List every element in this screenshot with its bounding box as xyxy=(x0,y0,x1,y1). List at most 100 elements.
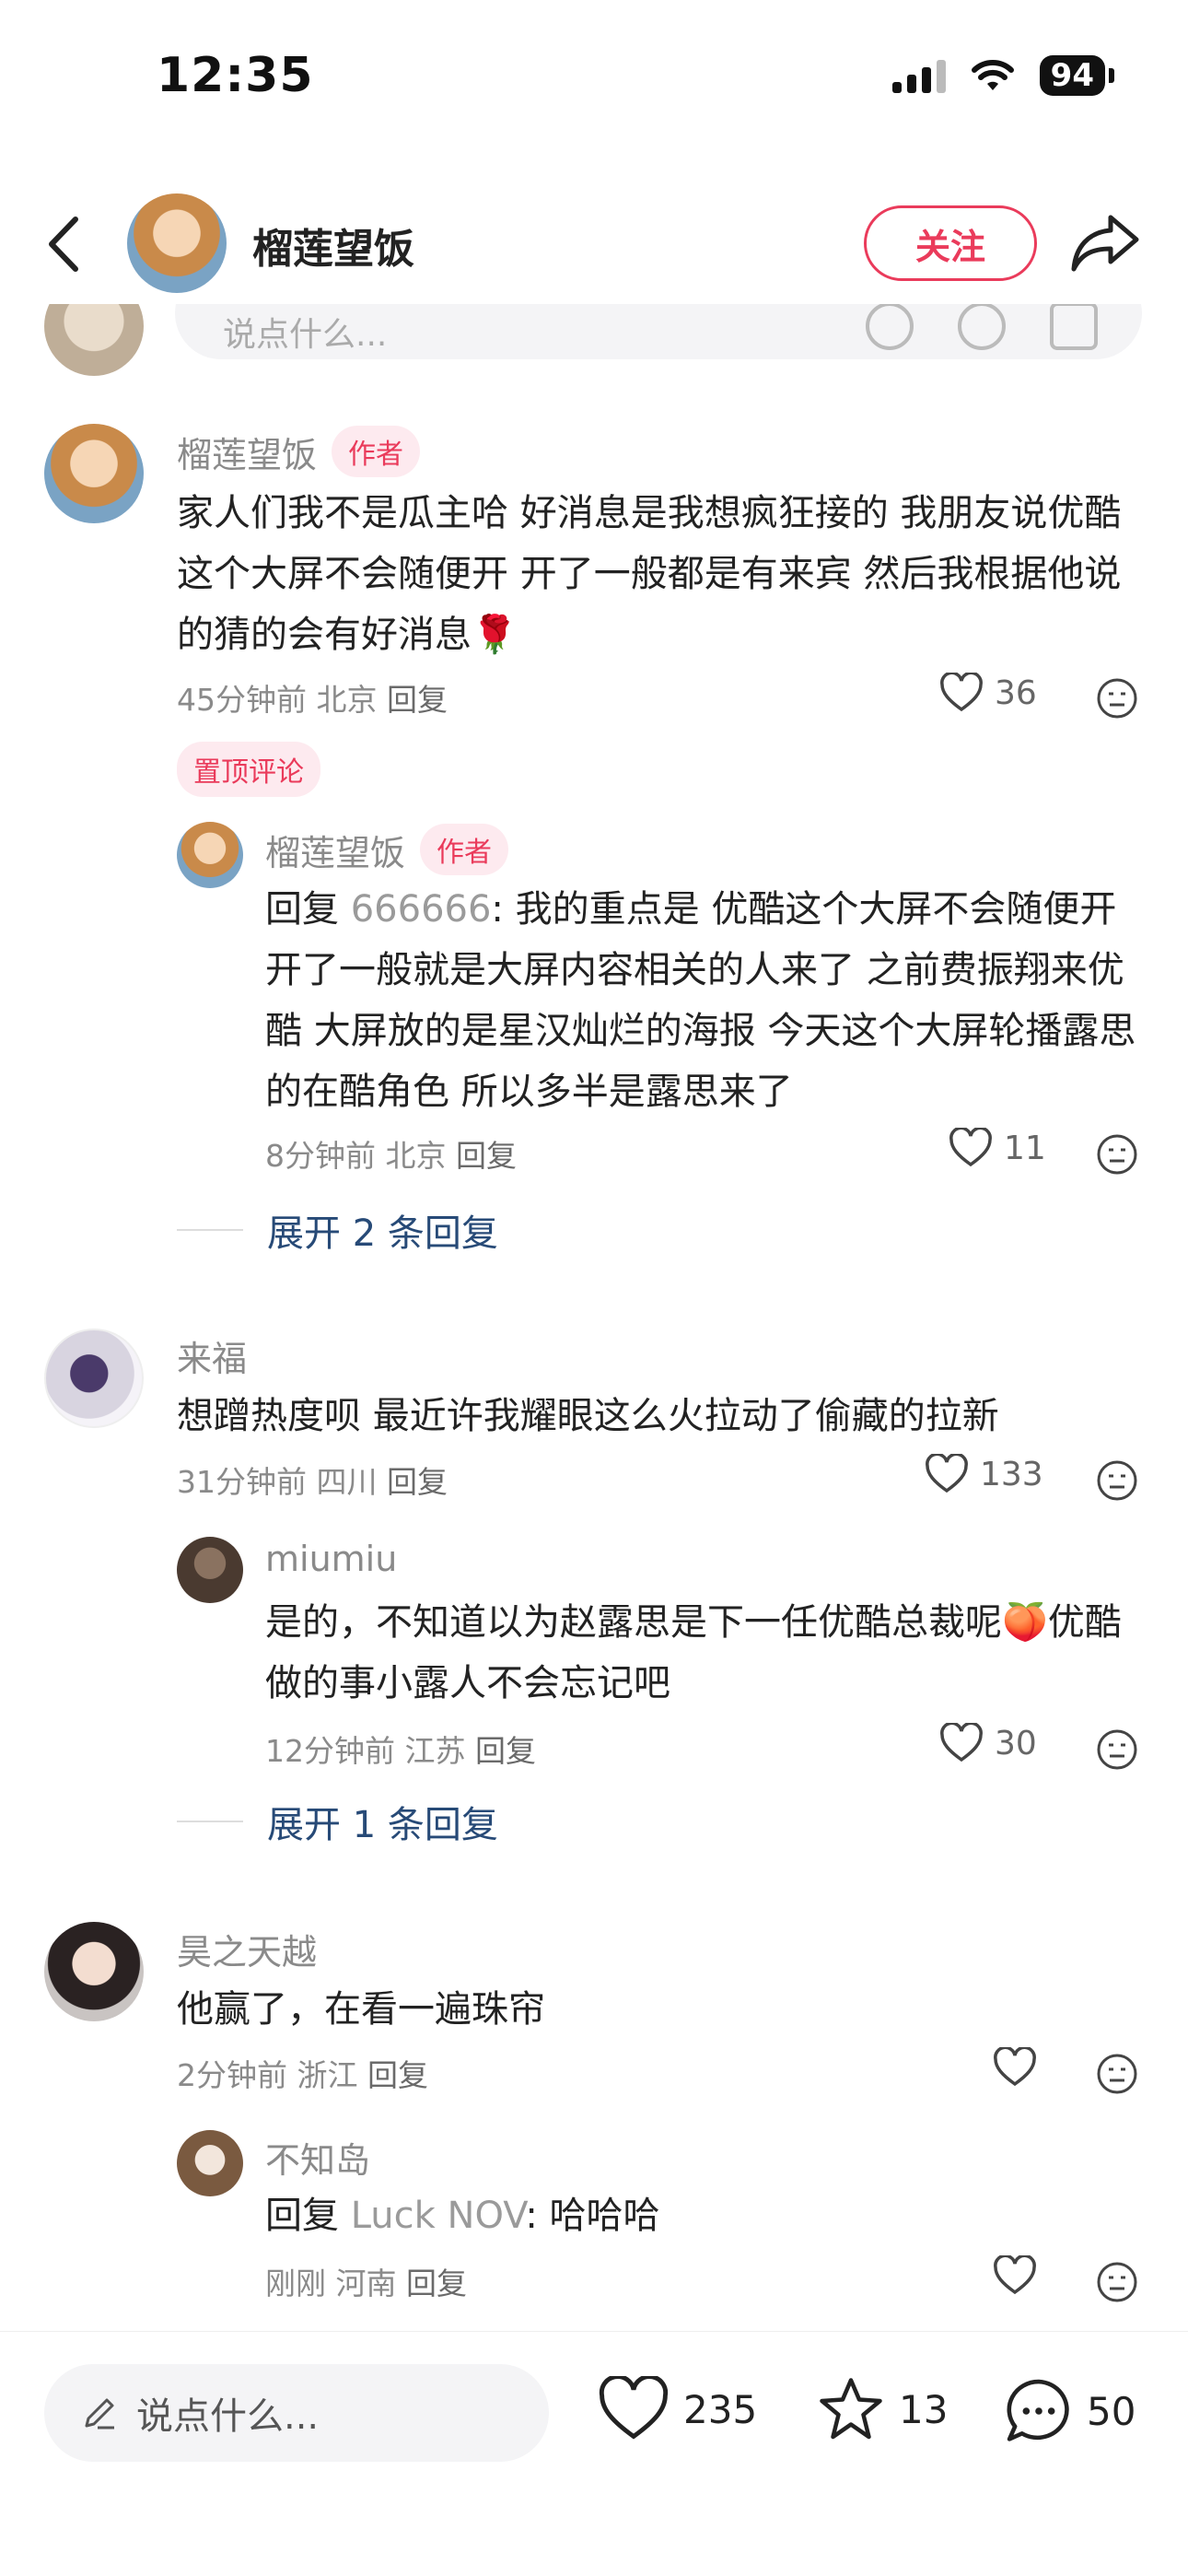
expand-replies-link[interactable]: 展开 1 条回复 xyxy=(177,1795,498,1848)
reply-link[interactable]: 回复 xyxy=(387,1464,448,1500)
author-badge: 作者 xyxy=(332,426,421,477)
emoji-icon[interactable] xyxy=(958,304,1006,350)
like-button[interactable]: 133 xyxy=(925,1454,1043,1494)
commenter-avatar[interactable] xyxy=(44,424,144,523)
heart-icon xyxy=(926,1454,968,1493)
heart-icon xyxy=(994,2047,1036,2087)
reply-location: 河南 xyxy=(335,2266,397,2301)
reply-avatar[interactable] xyxy=(177,1537,243,1603)
reply-author-name[interactable]: miumiu xyxy=(265,1539,397,1579)
dislike-face-icon[interactable] xyxy=(1096,2053,1138,2095)
reply-time: 8分钟前 xyxy=(265,1138,376,1174)
commenter-avatar[interactable] xyxy=(44,1329,144,1428)
post-like-button[interactable]: 235 xyxy=(597,2376,757,2442)
commenter-name[interactable]: 来福 xyxy=(177,1330,247,1381)
reply-prefix: 回复 xyxy=(265,888,339,931)
reply-location: 北京 xyxy=(385,1138,447,1174)
pencil-icon xyxy=(85,2398,114,2430)
reply-link[interactable]: 回复 xyxy=(367,2057,428,2093)
commenter-name[interactable]: 昊之天越 xyxy=(177,1924,317,1974)
reply-body: : 哈哈哈 xyxy=(525,2195,660,2237)
heart-icon xyxy=(940,1723,983,1762)
pinned-badge: 置顶评论 xyxy=(177,742,320,797)
comment-location: 四川 xyxy=(316,1464,378,1500)
comment-text: 想蹭热度呗 最近许我耀眼这么火拉动了偷藏的拉新 xyxy=(177,1395,999,1437)
post-favorite-button[interactable]: 13 xyxy=(816,2376,948,2442)
partial-comment-input[interactable]: 说点什么... xyxy=(175,304,1142,359)
reply-author-name[interactable]: 不知岛 xyxy=(265,2132,370,2183)
comment-location: 北京 xyxy=(316,682,378,718)
reply-link[interactable]: 回复 xyxy=(406,2266,467,2301)
comment-time: 45分钟前 xyxy=(177,682,307,718)
star-icon xyxy=(820,2378,882,2440)
like-button[interactable] xyxy=(993,2047,1048,2088)
reply-text: 回复 Luck NOV: 哈哈哈 xyxy=(265,2185,1149,2246)
comment-input-placeholder: 说点什么... xyxy=(136,2395,320,2438)
like-button[interactable] xyxy=(993,2255,1048,2296)
comment-input[interactable]: 说点什么... xyxy=(44,2364,549,2462)
heart-icon xyxy=(940,673,983,712)
comment-location: 浙江 xyxy=(297,2057,358,2093)
at-icon[interactable] xyxy=(866,304,914,350)
reply-prefix: 回复 xyxy=(265,2195,339,2237)
follow-button[interactable]: 关注 xyxy=(864,205,1037,281)
expand-replies-link[interactable]: 展开 2 条回复 xyxy=(177,1203,498,1257)
author-avatar[interactable] xyxy=(127,193,227,293)
status-time: 12:35 xyxy=(157,48,314,103)
like-button[interactable]: 11 xyxy=(949,1128,1046,1168)
reply-link[interactable]: 回复 xyxy=(387,682,448,718)
reply-link[interactable]: 回复 xyxy=(456,1138,517,1174)
expand-label[interactable]: 展开 1 条回复 xyxy=(267,1795,498,1848)
commenter-avatar[interactable] xyxy=(44,1922,144,2021)
reply-to-user[interactable]: 666666 xyxy=(351,888,492,931)
expand-divider xyxy=(177,1229,243,1231)
reply-text: 是的，不知道以为赵露思是下一任优酷总裁呢🍑优酷做的事小露人不会忘记吧 xyxy=(265,1601,1122,1704)
dislike-face-icon[interactable] xyxy=(1096,677,1138,720)
like-count: 36 xyxy=(995,673,1037,712)
like-button[interactable]: 30 xyxy=(939,1723,1037,1763)
comment-text: 他赢了，在看一遍珠帘 xyxy=(177,1988,545,2031)
partial-comment-input-row: 说点什么... xyxy=(0,304,1188,378)
battery-tip xyxy=(1109,68,1114,83)
comment-time: 31分钟前 xyxy=(177,1464,307,1500)
reply-avatar[interactable] xyxy=(177,822,243,888)
like-count: 30 xyxy=(995,1724,1037,1762)
reply-author-name[interactable]: 榴莲望饭 xyxy=(265,825,405,875)
comment-text: 家人们我不是瓜主哈 好消息是我想疯狂接的 我朋友说优酷这个大屏不会随便开 开了一… xyxy=(177,492,1122,656)
reply-location: 江苏 xyxy=(404,1733,466,1769)
reply-to-user[interactable]: Luck NOV xyxy=(351,2195,526,2237)
reply-text: 回复 666666: 我的重点是 优酷这个大屏不会随便开 开了一般就是大屏内容相… xyxy=(265,879,1149,1122)
commenter-name[interactable]: 榴莲望饭 xyxy=(177,427,317,477)
like-count: 11 xyxy=(1004,1129,1046,1167)
like-button[interactable]: 36 xyxy=(939,673,1037,713)
dislike-face-icon[interactable] xyxy=(1096,1459,1138,1502)
share-button[interactable] xyxy=(1070,212,1144,276)
image-icon[interactable] xyxy=(1050,304,1098,350)
comment-time: 2分钟前 xyxy=(177,2057,287,2093)
heart-icon xyxy=(599,2376,669,2440)
author-badge: 作者 xyxy=(420,824,509,875)
partial-input-placeholder: 说点什么... xyxy=(223,316,388,354)
post-favorite-count: 13 xyxy=(899,2386,949,2432)
my-avatar xyxy=(44,304,144,376)
back-button[interactable] xyxy=(44,212,99,276)
battery-indicator: 94 xyxy=(1039,55,1105,96)
reply-link[interactable]: 回复 xyxy=(475,1733,536,1769)
dislike-face-icon[interactable] xyxy=(1096,1728,1138,1771)
reply-avatar[interactable] xyxy=(177,2130,243,2196)
header: 榴莲望饭 关注 xyxy=(0,184,1188,304)
heart-icon xyxy=(994,2255,1036,2295)
expand-divider xyxy=(177,1821,243,1822)
author-name[interactable]: 榴莲望饭 xyxy=(252,216,414,275)
post-comment-button[interactable]: 50 xyxy=(1004,2376,1136,2446)
dislike-face-icon[interactable] xyxy=(1096,1133,1138,1176)
like-count: 133 xyxy=(980,1455,1043,1493)
heart-icon xyxy=(949,1128,992,1167)
expand-label[interactable]: 展开 2 条回复 xyxy=(267,1203,498,1257)
post-comment-count: 50 xyxy=(1087,2388,1136,2434)
cellular-signal-icon xyxy=(891,58,946,93)
dislike-face-icon[interactable] xyxy=(1096,2261,1138,2303)
bottom-action-bar: 说点什么... 235 13 50 xyxy=(0,2331,1188,2576)
share-icon xyxy=(1071,215,1139,272)
chevron-left-icon xyxy=(49,217,78,272)
